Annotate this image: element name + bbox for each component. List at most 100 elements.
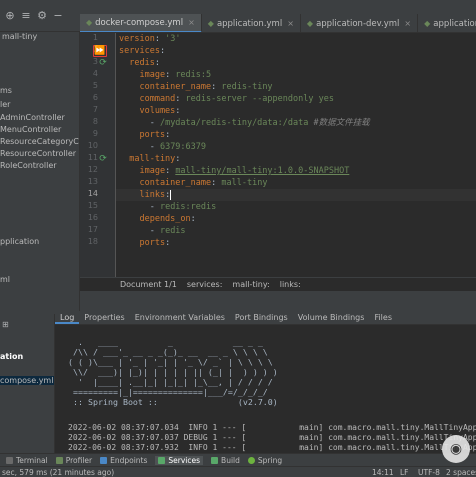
tab-port-bindings[interactable]: Port Bindings	[230, 311, 293, 324]
close-icon[interactable]: ×	[287, 19, 294, 28]
editor-gutter: 1 2 ⏩ 3 ⟳ 4 5 6 7 8 9 10 11 ⟳ 12 13 14 1…	[80, 33, 116, 277]
profiler-icon	[55, 456, 63, 464]
tab-application-dev[interactable]: ◆ application-dev.yml ×	[301, 14, 419, 32]
yaml-file-icon: ◆	[86, 18, 93, 27]
yaml-file-icon: ◆	[424, 19, 431, 28]
tree-item[interactable]: ResourceController	[0, 149, 76, 158]
run-all-services-icon[interactable]: ⏩	[93, 45, 107, 57]
code-line: image: redis:5	[119, 70, 212, 80]
tab-application-prod[interactable]: ◆ application-prod.yml ×	[418, 14, 476, 32]
tree-item[interactable]: pplication	[0, 237, 39, 246]
tab-log[interactable]: Log	[55, 311, 80, 324]
code-line: ports:	[119, 130, 171, 140]
code-line: - redis	[119, 226, 186, 236]
tool-terminal[interactable]: Terminal	[6, 456, 48, 465]
log-line: 2022-06-02 08:37:07.034 INFO 1 --- [ mai…	[68, 423, 476, 432]
minimize-icon[interactable]: −	[52, 10, 64, 22]
endpoints-icon	[100, 456, 108, 464]
tool-services[interactable]: Services	[155, 455, 204, 465]
code-line: mall-tiny:	[119, 154, 181, 164]
tree-item[interactable]: ms	[0, 86, 12, 95]
banner-line: =========|_|==============|___/=/_/_/_/	[68, 387, 268, 397]
code-line: container_name: mall-tiny	[119, 178, 268, 188]
expand-icon[interactable]: ⊞	[2, 320, 9, 329]
yaml-file-icon: ◆	[306, 19, 314, 28]
breadcrumb: Document 1/1 services: mall-tiny: links:	[80, 277, 476, 291]
ide-window: ⊕ ≡ ⚙ − ◆ docker-compose.yml × ◆ applica…	[0, 0, 476, 477]
tree-item[interactable]: MenuController	[0, 125, 61, 134]
tool-build[interactable]: Build	[211, 456, 240, 465]
build-icon	[211, 456, 219, 464]
panel-divider	[80, 291, 476, 311]
tab-volume-bindings[interactable]: Volume Bindings	[293, 311, 370, 324]
close-icon[interactable]: ×	[404, 19, 411, 28]
code-line: services:	[119, 46, 166, 56]
gear-icon[interactable]: ⚙	[36, 10, 48, 22]
code-line: image: mall-tiny/mall-tiny:1.0.0-SNAPSHO…	[119, 166, 350, 176]
code-line: redis:	[119, 58, 160, 68]
run-service-icon[interactable]: ⟳	[98, 154, 108, 164]
breadcrumb-item[interactable]: links:	[280, 280, 301, 289]
indent-setting[interactable]: 2 spaces	[446, 468, 476, 477]
close-icon[interactable]: ×	[188, 18, 195, 27]
status-message: sec, 579 ms (21 minutes ago)	[2, 468, 115, 477]
file-encoding[interactable]: UTF-8	[418, 468, 440, 477]
code-line: version: '3'	[119, 34, 181, 44]
breadcrumb-item[interactable]: Document 1/1	[120, 280, 177, 289]
code-line: links:	[119, 190, 172, 200]
tree-item[interactable]: ation	[0, 352, 23, 361]
tree-item[interactable]: ResourceCategoryCo	[0, 137, 79, 146]
line-separator[interactable]: LF	[400, 468, 409, 477]
tree-item[interactable]: ml	[0, 275, 10, 284]
banner-line: \\/ ___)| |_)| | | | | || (_| | ) ) ) )	[68, 367, 278, 377]
tool-endpoints[interactable]: Endpoints	[100, 456, 147, 465]
tab-application[interactable]: ◆ application.yml ×	[202, 14, 301, 32]
status-bar: sec, 579 ms (21 minutes ago) 14:11 LF UT…	[0, 466, 476, 477]
code-line: - /mydata/redis-tiny/data:/data #数据文件挂载	[119, 118, 370, 128]
yaml-file-icon: ◆	[207, 19, 214, 28]
tree-item[interactable]: mall-tiny	[2, 32, 37, 41]
title-strip	[80, 0, 476, 14]
services-icon	[158, 456, 166, 464]
code-line: volumes:	[119, 106, 181, 116]
tab-properties[interactable]: Properties	[79, 311, 129, 324]
banner-line: ' |____| .__|_| |_|_| |_\__, | / / / /	[68, 377, 273, 387]
tree-item-selected[interactable]: compose.yml	[0, 376, 54, 385]
tool-spring[interactable]: Spring	[247, 456, 282, 465]
tool-window-bar: Terminal Profiler Endpoints Services Bui…	[0, 453, 476, 466]
services-detail-tabs: Log Properties Environment Variables Por…	[55, 311, 476, 325]
editor-tabs: ◆ docker-compose.yml × ◆ application.yml…	[80, 14, 476, 33]
terminal-icon	[6, 456, 13, 464]
tab-files[interactable]: Files	[369, 311, 397, 324]
banner-line: . ____ _ __ _ _	[68, 337, 263, 347]
banner-line: ( ( )\___ | '_ | '_| | '_ \/ _` | \ \ \ …	[68, 357, 273, 367]
code-line: container_name: redis-tiny	[119, 82, 273, 92]
services-tree: ⊞ ation compose.yml	[0, 314, 55, 454]
tab-docker-compose[interactable]: ◆ docker-compose.yml ×	[80, 14, 202, 32]
code-line: - redis:redis	[119, 202, 217, 212]
tree-item[interactable]: RoleController	[0, 161, 57, 170]
project-tree: mall-tiny ms ler AdminController MenuCon…	[0, 32, 80, 314]
wechat-logo-icon: ◉	[442, 435, 470, 463]
log-line: 2022-06-02 08:37:07.037 DEBUG 1 --- [ ma…	[68, 433, 476, 442]
code-line: command: redis-server --appendonly yes	[119, 94, 334, 104]
sync-icon[interactable]: ⊕	[4, 10, 16, 22]
breadcrumb-item[interactable]: services:	[187, 280, 223, 289]
banner-line: :: Spring Boot :: (v2.7.0)	[68, 397, 278, 407]
run-service-icon[interactable]: ⟳	[98, 58, 108, 68]
banner-line: /\\ / ___'_ __ _ _(_)_ __ __ _ \ \ \ \	[68, 347, 268, 357]
tool-profiler[interactable]: Profiler	[55, 456, 92, 465]
tree-item[interactable]: AdminController	[0, 113, 65, 122]
caret-position[interactable]: 14:11	[372, 468, 394, 477]
console-log[interactable]: . ____ _ __ _ _ /\\ / ___'_ __ _ _(_)_ _…	[55, 325, 476, 453]
collapse-icon[interactable]: ≡	[20, 10, 32, 22]
code-line: ports:	[119, 238, 171, 248]
project-toolbar: ⊕ ≡ ⚙ −	[0, 0, 80, 32]
spring-icon	[247, 456, 255, 464]
code-line: depends_on:	[119, 214, 196, 224]
breadcrumb-item[interactable]: mall-tiny:	[232, 280, 269, 289]
tab-environment-variables[interactable]: Environment Variables	[130, 311, 230, 324]
code-editor[interactable]: version: '3' services: redis: image: red…	[116, 33, 476, 277]
log-line: 2022-06-02 08:37:07.932 INFO 1 --- [ mai…	[68, 443, 476, 452]
tree-item[interactable]: ler	[0, 100, 10, 109]
